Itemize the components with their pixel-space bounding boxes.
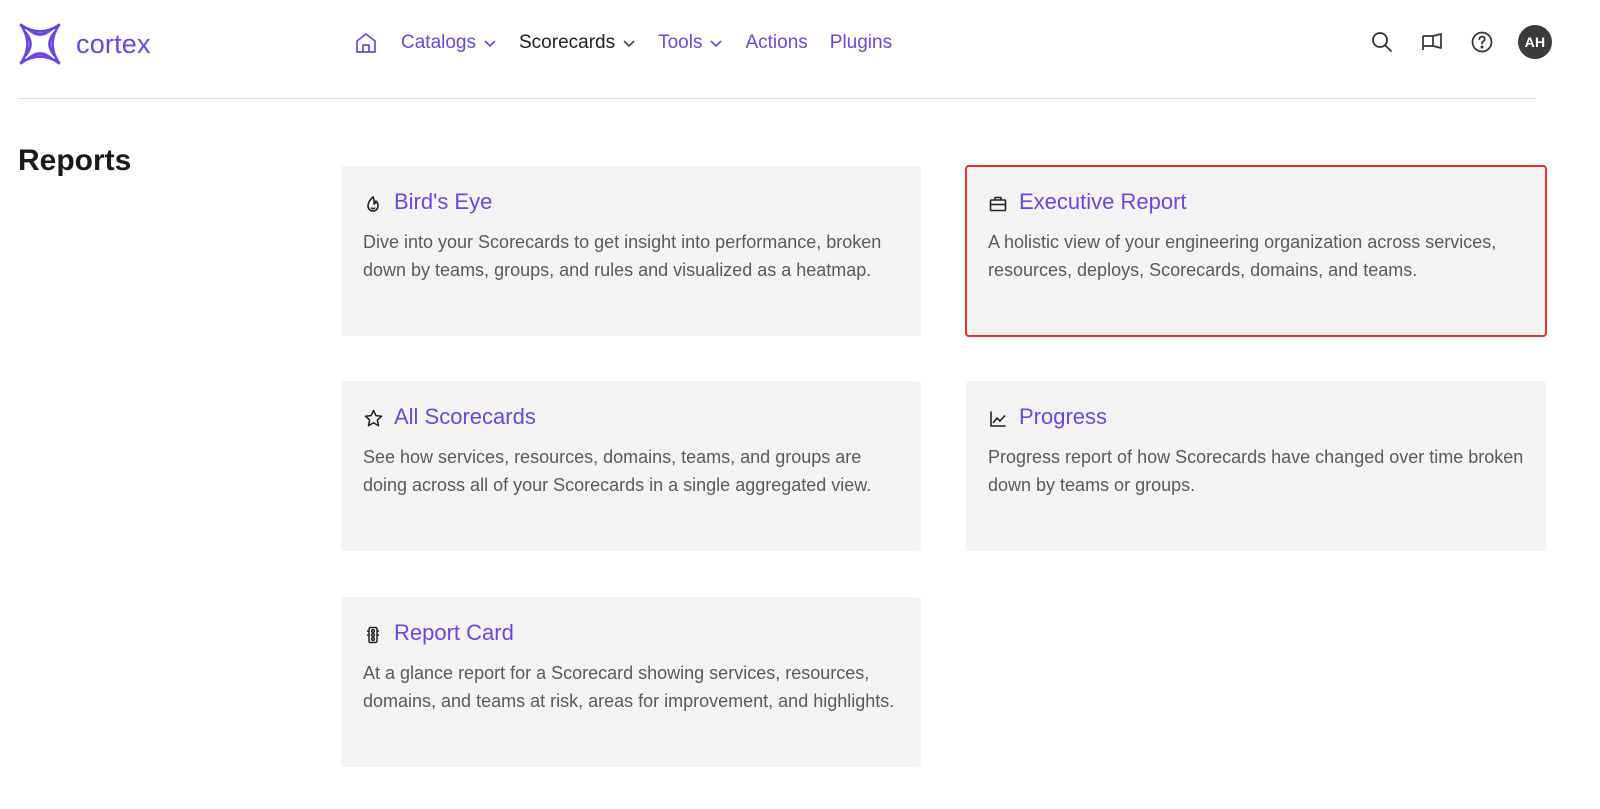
report-title[interactable]: Executive Report	[1019, 189, 1187, 215]
chevron-down-icon	[484, 40, 496, 48]
report-title[interactable]: Progress	[1019, 404, 1107, 430]
nav-catalogs[interactable]: Catalogs	[401, 32, 497, 54]
report-card-birds-eye[interactable]: Bird's Eye Dive into your Scorecards to …	[341, 166, 921, 336]
search-button[interactable]	[1368, 28, 1396, 56]
help-button[interactable]	[1468, 28, 1496, 56]
announcements-button[interactable]	[1418, 28, 1446, 56]
chevron-down-icon	[623, 40, 635, 48]
report-title[interactable]: All Scorecards	[394, 404, 536, 430]
nav-tools[interactable]: Tools	[658, 32, 723, 54]
nav-actions[interactable]: Actions	[745, 32, 807, 54]
nav-actions-label: Actions	[745, 32, 808, 53]
top-actions: AH	[1346, 25, 1552, 59]
header-divider	[18, 98, 1536, 99]
report-card-all-scorecards[interactable]: All Scorecards See how services, resourc…	[341, 381, 921, 551]
nav-tools-label: Tools	[658, 32, 703, 53]
report-description: Dive into your Scorecards to get insight…	[363, 232, 882, 280]
briefcase-icon	[988, 194, 1008, 214]
page-title: Reports	[18, 144, 132, 177]
report-card-report-card[interactable]: Report Card At a glance report for a Sco…	[341, 597, 921, 767]
nav-plugins[interactable]: Plugins	[830, 32, 892, 54]
line-chart-icon	[988, 409, 1008, 429]
nav-scorecards-label: Scorecards	[519, 32, 616, 53]
cortex-logo-icon	[19, 23, 61, 65]
report-description: A holistic view of your engineering orga…	[988, 232, 1497, 280]
traffic-light-icon	[363, 625, 383, 645]
megaphone-icon	[1422, 33, 1442, 50]
help-icon	[1471, 31, 1493, 53]
nav-scorecards[interactable]: Scorecards	[519, 32, 636, 54]
brand[interactable]: cortex	[18, 22, 151, 66]
report-description: See how services, resources, domains, te…	[363, 447, 872, 495]
top-bar: cortex Catalogs Scorecards Tools Actions…	[0, 0, 1600, 99]
report-card-executive-report[interactable]: Executive Report A holistic view of your…	[965, 165, 1547, 337]
star-icon	[363, 409, 383, 429]
nav-catalogs-label: Catalogs	[401, 32, 476, 53]
report-title[interactable]: Bird's Eye	[394, 189, 492, 215]
report-title[interactable]: Report Card	[394, 620, 514, 646]
main-nav: Catalogs Scorecards Tools Actions Plugin…	[353, 26, 914, 60]
report-description: Progress report of how Scorecards have c…	[988, 447, 1524, 495]
avatar[interactable]: AH	[1518, 25, 1552, 59]
brand-name: cortex	[76, 28, 151, 59]
search-icon	[1372, 32, 1392, 52]
report-description: At a glance report for a Scorecard showi…	[363, 663, 895, 711]
nav-plugins-label: Plugins	[829, 32, 893, 53]
home-icon	[356, 33, 376, 53]
flame-icon	[363, 194, 383, 214]
report-card-progress[interactable]: Progress Progress report of how Scorecar…	[966, 381, 1546, 551]
chevron-down-icon	[710, 40, 723, 48]
nav-home[interactable]	[353, 30, 379, 56]
